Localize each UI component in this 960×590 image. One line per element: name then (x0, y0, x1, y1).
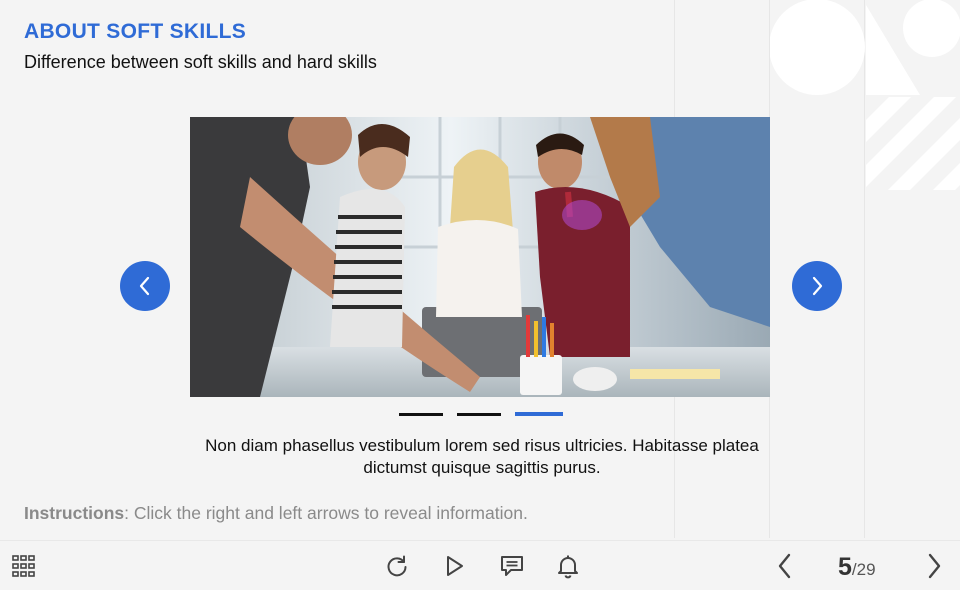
carousel-image (190, 117, 770, 397)
carousel-indicator-3-active[interactable] (515, 412, 563, 416)
chevron-right-icon (928, 553, 941, 579)
play-icon (447, 556, 463, 576)
page-title: ABOUT SOFT SKILLS (24, 20, 247, 43)
instructions-label: Instructions (24, 503, 125, 523)
slide-stage: ABOUT SOFT SKILLS Difference between sof… (0, 0, 960, 538)
chevron-left-icon (778, 553, 791, 579)
next-page-button[interactable] (920, 552, 948, 580)
player-toolbar: 5 /29 (0, 540, 960, 590)
bell-icon (558, 555, 578, 579)
page-counter: 5 /29 (838, 553, 876, 582)
carousel-next-button[interactable] (792, 261, 842, 311)
notes-button[interactable] (498, 552, 526, 580)
chevron-left-icon (139, 276, 150, 296)
carousel-indicator-2[interactable] (457, 413, 501, 416)
slide-caption: Non diam phasellus vestibulum lorem sed … (205, 436, 759, 477)
total-pages: /29 (851, 560, 876, 579)
carousel-indicator-1[interactable] (399, 413, 443, 416)
chevron-right-icon (812, 276, 823, 296)
grid-menu-icon (12, 555, 35, 577)
previous-page-button[interactable] (771, 552, 799, 580)
instructions-body: : Click the right and left arrows to rev… (124, 503, 528, 523)
comment-icon (501, 556, 523, 576)
carousel-indicators (399, 412, 563, 416)
replay-icon (387, 555, 407, 577)
page-subtitle: Difference between soft skills and hard … (24, 52, 377, 72)
current-page: 5 (838, 553, 852, 581)
replay-button[interactable] (383, 552, 411, 580)
carousel-prev-button[interactable] (120, 261, 170, 311)
menu-button[interactable] (10, 552, 38, 580)
instructions-text: Instructions: Click the right and left a… (24, 503, 528, 524)
play-button[interactable] (440, 552, 468, 580)
notifications-button[interactable] (554, 552, 582, 580)
decorative-shapes (770, 0, 960, 190)
